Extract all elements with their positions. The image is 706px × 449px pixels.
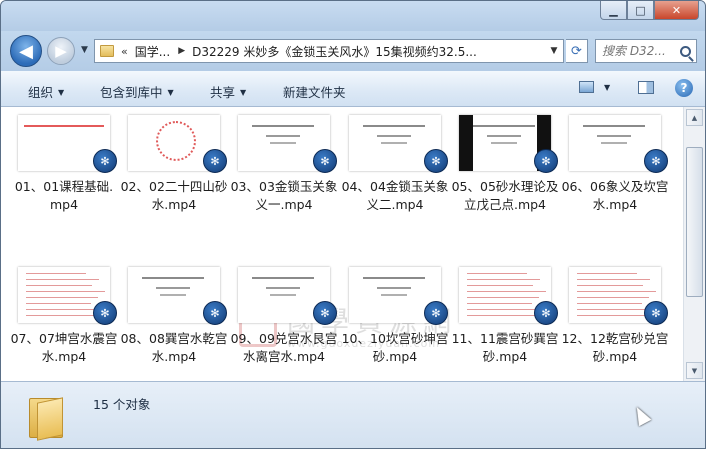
window-controls: ▁ □ ✕ [600, 1, 699, 20]
file-name: 07、07坤宫水震宫水.mp4 [10, 331, 118, 364]
file-item[interactable]: ✻ 11、11震宫砂巽宫砂.mp4 [450, 261, 560, 381]
breadcrumb-separator-icon[interactable]: ▶ [178, 46, 185, 56]
folder-icon [29, 394, 65, 441]
chevron-down-icon: ▼ [58, 88, 65, 97]
chevron-down-icon: ▼ [167, 88, 174, 97]
file-name: 12、12乾宫砂兑宫砂.mp4 [561, 331, 669, 364]
navigation-bar: ◀ ▶ ▼ « 国学... ▶ D32229 米妙多《金锁玉关风水》15集视频约… [1, 31, 705, 71]
share-menu[interactable]: 共享 ▼ [210, 82, 246, 101]
video-player-icon: ✻ [313, 149, 337, 173]
include-in-library-menu[interactable]: 包含到库中 ▼ [100, 82, 174, 101]
file-item[interactable]: ✻ 07、07坤宫水震宫水.mp4 [9, 261, 119, 381]
search-box[interactable] [595, 39, 697, 63]
video-player-icon: ✻ [534, 301, 558, 325]
video-player-icon: ✻ [93, 301, 117, 325]
address-dropdown-icon[interactable]: ▼ [545, 46, 563, 56]
breadcrumb-item-current[interactable]: D32229 米妙多《金锁玉关风水》15集视频约32.5... [192, 43, 477, 60]
file-item[interactable]: ✻ 08、08巽宫水乾宫水.mp4 [119, 261, 229, 381]
scroll-down-icon[interactable]: ▼ [686, 362, 703, 379]
file-name: 01、01课程基础.mp4 [14, 179, 114, 212]
vertical-scrollbar[interactable]: ▲ ▼ [683, 107, 705, 381]
chevron-down-icon: ▼ [240, 88, 247, 97]
command-bar: 组织 ▼ 包含到库中 ▼ 共享 ▼ 新建文件夹 ▼ ? [1, 71, 705, 107]
forward-arrow-icon[interactable]: ▶ [47, 37, 75, 65]
file-item[interactable]: ✻ 02、02二十四山砂水.mp4 [119, 109, 229, 239]
video-player-icon: ✻ [644, 149, 668, 173]
video-player-icon: ✻ [534, 149, 558, 173]
file-item[interactable]: ✻ 12、12乾宫砂兑宫砂.mp4 [560, 261, 670, 381]
address-bar[interactable]: « 国学... ▶ D32229 米妙多《金锁玉关风水》15集视频约32.5..… [94, 39, 564, 63]
file-name: 08、08巽宫水乾宫水.mp4 [120, 331, 228, 364]
help-icon[interactable]: ? [675, 79, 693, 97]
file-item[interactable]: ✻ 06、06象义及坎宫水.mp4 [560, 109, 670, 239]
view-dropdown-icon[interactable]: ▼ [604, 83, 610, 92]
item-count: 15 个对象 [93, 397, 151, 412]
search-icon[interactable] [680, 45, 691, 57]
file-item[interactable]: ✻ 03、03金锁玉关象义一.mp4 [229, 109, 339, 239]
refresh-icon[interactable]: ⟳ [566, 39, 588, 63]
file-name: 11、11震宫砂巽宫砂.mp4 [451, 331, 559, 364]
close-button[interactable]: ✕ [654, 1, 699, 20]
video-player-icon: ✻ [203, 301, 227, 325]
details-pane: 15 个对象 [1, 381, 705, 448]
preview-pane-icon[interactable] [638, 81, 654, 94]
video-player-icon: ✻ [93, 149, 117, 173]
file-name: 02、02二十四山砂水.mp4 [120, 179, 228, 212]
file-item[interactable]: ✻ 04、04金锁玉关象义二.mp4 [340, 109, 450, 239]
folder-icon [100, 45, 114, 57]
maximize-button[interactable]: □ [627, 1, 654, 20]
file-name: 04、04金锁玉关象义二.mp4 [341, 179, 449, 212]
title-bar: ▁ □ ✕ [1, 1, 705, 31]
file-name: 03、03金锁玉关象义一.mp4 [230, 179, 338, 212]
video-player-icon: ✻ [313, 301, 337, 325]
file-name: 10、10坎宫砂坤宫砂.mp4 [341, 331, 449, 364]
new-folder-button[interactable]: 新建文件夹 [283, 82, 346, 101]
scroll-up-icon[interactable]: ▲ [686, 109, 703, 126]
minimize-button[interactable]: ▁ [600, 1, 627, 20]
recent-pages-dropdown-icon[interactable]: ▼ [81, 45, 88, 55]
explorer-window: ▁ □ ✕ ◀ ▶ ▼ « 国学... ▶ D32229 米妙多《金锁玉关风水》… [0, 0, 706, 449]
file-item[interactable]: ✻ 01、01课程基础.mp4 [9, 109, 119, 239]
back-arrow-icon[interactable]: ◀ [10, 35, 42, 67]
organize-menu[interactable]: 组织 ▼ [28, 82, 64, 101]
scroll-thumb[interactable] [686, 147, 703, 297]
file-name: 09、09兑宫水艮宫水离宫水.mp4 [230, 331, 338, 364]
file-item[interactable]: ✻ 10、10坎宫砂坤宫砂.mp4 [340, 261, 450, 381]
file-name: 05、05砂水理论及立戊己点.mp4 [451, 179, 559, 212]
file-item[interactable]: ✻ 05、05砂水理论及立戊己点.mp4 [450, 109, 560, 239]
search-input[interactable] [602, 44, 678, 58]
video-player-icon: ✻ [203, 149, 227, 173]
video-player-icon: ✻ [644, 301, 668, 325]
file-name: 06、06象义及坎宫水.mp4 [561, 179, 669, 212]
breadcrumb-item[interactable]: 国学... [135, 43, 170, 60]
file-list: 國學資源網 www.guoxueziyuan.com ✻01、01课程基础.mp… [1, 107, 683, 381]
file-item[interactable]: ✻ 09、09兑宫水艮宫水离宫水.mp4 [229, 261, 339, 381]
address-overflow[interactable]: « [121, 45, 128, 58]
video-player-icon: ✻ [424, 301, 448, 325]
change-view-icon[interactable] [579, 81, 594, 93]
video-player-icon: ✻ [424, 149, 448, 173]
